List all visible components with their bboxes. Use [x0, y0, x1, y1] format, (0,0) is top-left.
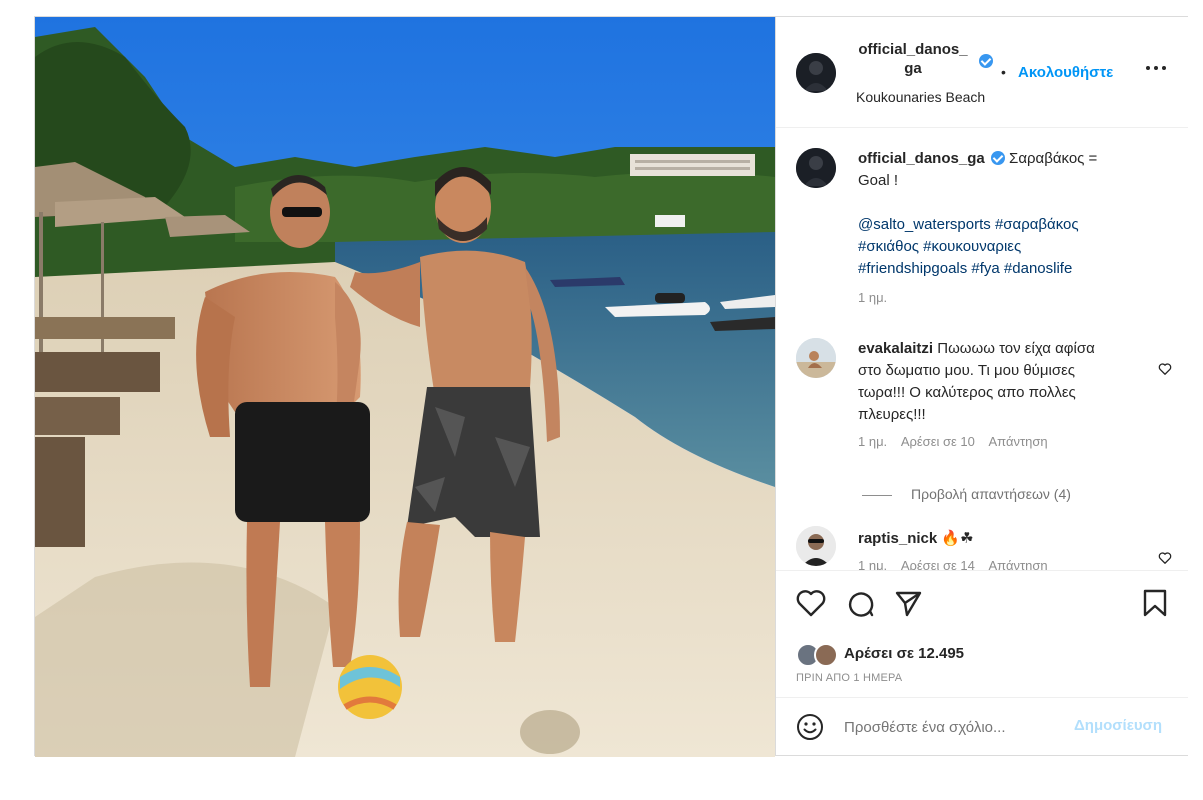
comment-like-heart-icon[interactable]	[1158, 362, 1172, 376]
post-photo[interactable]	[35, 17, 775, 757]
likes-count[interactable]: Αρέσει σε 12.495	[844, 645, 964, 662]
post-comment-button[interactable]: Δημοσίευση	[1074, 717, 1162, 734]
comment-text-line1: Πωωωω τον είχα αφίσα	[937, 340, 1095, 357]
comment-likes[interactable]: Αρέσει σε 10	[901, 434, 975, 449]
comment-bubble-icon[interactable]	[846, 589, 874, 622]
caption-avatar[interactable]	[796, 148, 836, 188]
caption-username[interactable]: official_danos_ga	[858, 150, 985, 167]
comment-reply-button[interactable]: Απάντηση	[989, 434, 1048, 449]
comment-text-line4: πλευρες!!!	[858, 406, 926, 423]
author-username-wrap[interactable]: ga	[858, 60, 968, 77]
comment-avatar[interactable]	[796, 338, 836, 378]
comment-input[interactable]	[842, 715, 1076, 739]
view-replies-button[interactable]: Προβολή απαντήσεων (4)	[911, 486, 1071, 502]
author-avatar[interactable]	[796, 53, 836, 93]
comment-username[interactable]: raptis_nick	[858, 530, 937, 547]
like-heart-icon[interactable]	[796, 589, 826, 622]
comment-item: evakalaitzi Πωωωω τον είχα αφίσα στο δωμ…	[858, 338, 1148, 449]
caption-text-line1: Σαραβάκος =	[1009, 150, 1098, 167]
add-comment-bar: Δημοσίευση	[776, 697, 1188, 756]
avatar-beach-icon	[796, 338, 836, 378]
view-replies-line	[862, 495, 892, 496]
avatar-silhouette-icon	[796, 53, 836, 93]
comments-section[interactable]: official_danos_ga Σαραβάκος = Goal ! @sa…	[776, 128, 1188, 570]
comment-time[interactable]: 1 ημ.	[858, 558, 887, 570]
comment-text-line2: στο δωματιο μου. Τι μου θύμισες	[858, 362, 1076, 379]
post-actions: Αρέσει σε 12.495 ΠΡΙΝ ΑΠΟ 1 ΗΜΕΡΑ	[776, 570, 1188, 701]
comment-username[interactable]: evakalaitzi	[858, 340, 933, 357]
emoji-smiley-icon[interactable]	[796, 713, 824, 746]
post-timestamp[interactable]: ΠΡΙΝ ΑΠΟ 1 ΗΜΕΡΑ	[796, 672, 902, 684]
post-sidebar: official_danos_ ga • Ακολουθήστε Koukoun…	[775, 17, 1188, 755]
comment-like-heart-icon[interactable]	[1158, 551, 1172, 565]
instagram-post: official_danos_ ga • Ακολουθήστε Koukoun…	[34, 16, 1188, 757]
caption-time[interactable]: 1 ημ.	[858, 290, 1168, 305]
verified-badge-icon	[990, 151, 1005, 165]
comment-time[interactable]: 1 ημ.	[858, 434, 887, 449]
comment-text-line3: τωρα!!! Ο καλύτερος απο πολλες	[858, 384, 1076, 401]
avatar-person-icon	[796, 526, 836, 566]
comment-likes[interactable]: Αρέσει σε 14	[901, 558, 975, 570]
share-paper-plane-icon[interactable]	[894, 589, 922, 622]
verified-badge-icon	[979, 54, 993, 68]
post-header: official_danos_ ga • Ακολουθήστε Koukoun…	[776, 17, 1188, 128]
caption-hashtags-line3[interactable]: #friendshipgoals #fya #danoslife	[858, 258, 1168, 280]
caption-hashtags-line2[interactable]: #σκιάθος #κουκουναριες	[858, 236, 1168, 258]
more-options-icon[interactable]	[1144, 61, 1168, 75]
comment-emoji: 🔥☘	[941, 530, 974, 547]
save-bookmark-icon[interactable]	[1142, 589, 1168, 622]
avatar-silhouette-icon	[796, 148, 836, 188]
beach-photo-illustration	[35, 17, 775, 757]
comment-avatar[interactable]	[796, 526, 836, 566]
comment-reply-button[interactable]: Απάντηση	[989, 558, 1048, 570]
author-username[interactable]: official_danos_	[858, 41, 968, 58]
comment-item: raptis_nick 🔥☘ 1 ημ. Αρέσει σε 14 Απάντη…	[858, 528, 1148, 570]
post-location[interactable]: Koukounaries Beach	[856, 89, 985, 105]
follow-button[interactable]: Ακολουθήστε	[1018, 64, 1113, 81]
caption-text-line2: Goal !	[858, 172, 899, 189]
separator-dot: •	[1001, 64, 1006, 80]
caption: official_danos_ga Σαραβάκος = Goal ! @sa…	[858, 148, 1168, 305]
liked-by-avatars[interactable]	[796, 643, 840, 667]
caption-hashtags-line1[interactable]: @salto_watersports #σαραβάκος	[858, 214, 1168, 236]
